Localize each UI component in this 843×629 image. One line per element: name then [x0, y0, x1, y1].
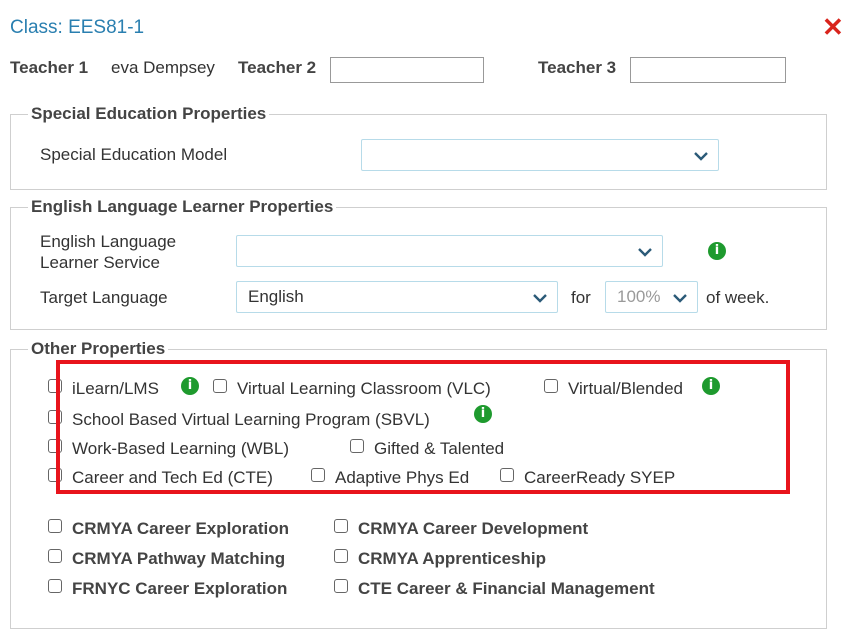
teacher3-label: Teacher 3 [538, 58, 617, 77]
special-education-legend: Special Education Properties [31, 104, 267, 123]
checkbox-box[interactable] [48, 549, 62, 563]
week-percent-value: 100% [617, 287, 661, 306]
dialog-title: Class: EES81-1 [10, 17, 145, 38]
special-education-model-select[interactable] [361, 139, 719, 171]
week-percent-select[interactable]: 100% [605, 281, 698, 313]
ell-service-label-line1: English Language [40, 232, 177, 251]
teacher3-input[interactable] [630, 57, 786, 83]
checkbox-box[interactable] [334, 579, 348, 593]
close-icon[interactable]: ✕ [822, 14, 843, 40]
of-week-label: of week. [706, 288, 770, 307]
teacher2-input[interactable] [330, 57, 484, 83]
checkbox-box[interactable] [48, 579, 62, 593]
target-language-value: English [248, 287, 304, 306]
ell-legend: English Language Learner Properties [31, 197, 334, 216]
teacher1-value: eva Dempsey [111, 58, 215, 77]
teacher1-label: Teacher 1 [10, 58, 89, 77]
ell-service-select[interactable] [236, 235, 663, 267]
chevron-down-icon [673, 294, 687, 303]
highlight-box [56, 360, 790, 494]
ell-service-info-icon[interactable]: i [708, 242, 726, 260]
checkbox-box[interactable] [334, 519, 348, 533]
target-language-select[interactable]: English [236, 281, 558, 313]
ell-service-label-line2: Learner Service [40, 253, 161, 272]
for-label: for [571, 288, 591, 307]
teacher2-label: Teacher 2 [238, 58, 317, 77]
chevron-down-icon [533, 294, 547, 303]
chevron-down-icon [694, 152, 708, 161]
checkbox-box[interactable] [48, 519, 62, 533]
chevron-down-icon [638, 248, 652, 257]
special-education-model-label: Special Education Model [40, 145, 228, 164]
checkbox-box[interactable] [334, 549, 348, 563]
target-language-label: Target Language [40, 288, 168, 307]
other-properties-legend: Other Properties [31, 339, 166, 358]
teacher-row: Teacher 1 eva Dempsey Teacher 2 Teacher … [10, 57, 843, 83]
